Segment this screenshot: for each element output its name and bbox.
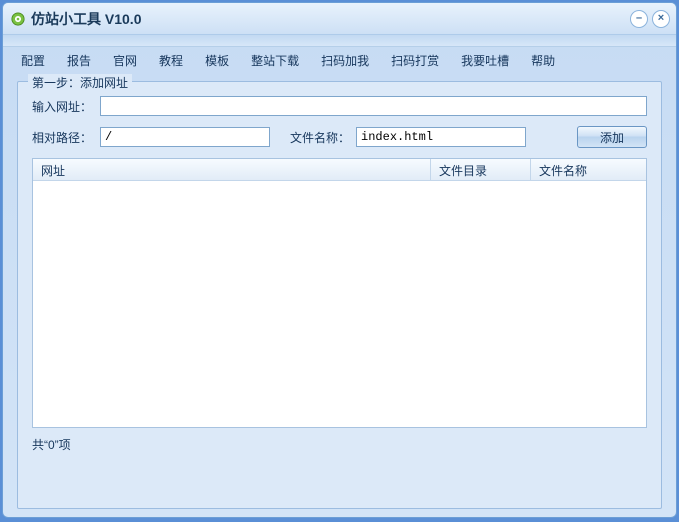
- step1-groupbox: 第一步：添加网址 输入网址： 相对路径： 文件名称： 添加 网址 文件目录 文件…: [17, 81, 662, 509]
- menu-template[interactable]: 模板: [195, 49, 239, 72]
- menu-feedback[interactable]: 我要吐槽: [451, 49, 519, 72]
- label-file: 文件名称：: [290, 129, 350, 146]
- menu-qr-add[interactable]: 扫码加我: [311, 49, 379, 72]
- label-url: 输入网址：: [32, 98, 94, 115]
- col-file[interactable]: 文件名称: [531, 159, 646, 180]
- menu-qr-donate[interactable]: 扫码打赏: [381, 49, 449, 72]
- minimize-button[interactable]: –: [630, 10, 648, 28]
- row-path-file: 相对路径： 文件名称： 添加: [32, 126, 647, 148]
- menubar: 配置 报告 官网 教程 模板 整站下载 扫码加我 扫码打赏 我要吐槽 帮助: [3, 47, 676, 73]
- menu-report[interactable]: 报告: [57, 49, 101, 72]
- menu-help[interactable]: 帮助: [521, 49, 565, 72]
- item-count: 共“0”项: [32, 436, 647, 453]
- menu-fullsite[interactable]: 整站下载: [241, 49, 309, 72]
- path-input[interactable]: [100, 127, 270, 147]
- groupbox-title: 第一步：添加网址: [28, 74, 132, 91]
- filename-input[interactable]: [356, 127, 526, 147]
- table-header: 网址 文件目录 文件名称: [33, 159, 646, 181]
- app-icon: [11, 12, 25, 26]
- menu-tutorial[interactable]: 教程: [149, 49, 193, 72]
- col-dir[interactable]: 文件目录: [431, 159, 531, 180]
- row-url: 输入网址：: [32, 96, 647, 116]
- menu-site[interactable]: 官网: [103, 49, 147, 72]
- client-area: 第一步：添加网址 输入网址： 相对路径： 文件名称： 添加 网址 文件目录 文件…: [3, 73, 676, 518]
- url-input[interactable]: [100, 96, 647, 116]
- app-window: 仿站小工具 V10.0 – × 配置 报告 官网 教程 模板 整站下载 扫码加我…: [2, 2, 677, 518]
- url-table: 网址 文件目录 文件名称: [32, 158, 647, 428]
- label-path: 相对路径：: [32, 129, 94, 146]
- add-button[interactable]: 添加: [577, 126, 647, 148]
- titlebar: 仿站小工具 V10.0 – ×: [3, 3, 676, 35]
- close-button[interactable]: ×: [652, 10, 670, 28]
- menu-config[interactable]: 配置: [11, 49, 55, 72]
- table-body[interactable]: [33, 181, 646, 427]
- titlebar-separator: [3, 35, 676, 47]
- col-url[interactable]: 网址: [33, 159, 431, 180]
- app-title: 仿站小工具 V10.0: [31, 9, 626, 29]
